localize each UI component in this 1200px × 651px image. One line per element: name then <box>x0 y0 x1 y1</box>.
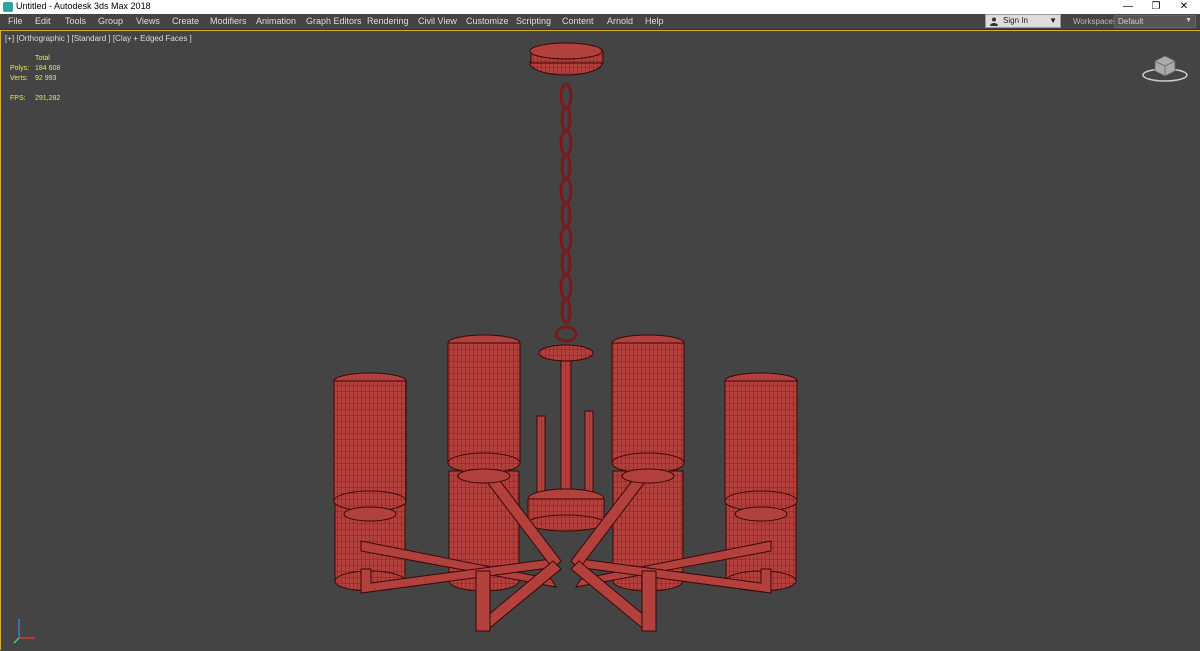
stats-total-label: Total <box>35 55 50 62</box>
workspaces-label: Workspaces: <box>1073 17 1120 26</box>
chevron-down-icon: ▼ <box>1049 16 1057 25</box>
workspaces-value: Default <box>1118 17 1144 26</box>
menu-graph-editors[interactable]: Graph Editors <box>306 16 362 26</box>
menu-arnold[interactable]: Arnold <box>607 16 633 26</box>
stats-fps-value: 291,282 <box>35 95 61 102</box>
sign-in-dropdown[interactable]: Sign In ▼ <box>985 14 1061 28</box>
stats-verts-label: Verts: <box>10 75 28 82</box>
menu-civil-view[interactable]: Civil View <box>418 16 457 26</box>
sign-in-label: Sign In <box>1003 16 1028 25</box>
app-icon <box>3 2 13 12</box>
viewport-orthographic[interactable]: [+] [Orthographic ] [Standard ] [Clay + … <box>0 30 1200 650</box>
viewport-label[interactable]: [+] [Orthographic ] [Standard ] [Clay + … <box>5 34 192 43</box>
chevron-down-icon: ▼ <box>1185 17 1192 24</box>
workspaces-select[interactable]: Default ▼ <box>1114 15 1196 28</box>
restore-button[interactable]: ❐ <box>1142 0 1170 14</box>
chandelier-model[interactable] <box>321 31 811 651</box>
menu-views[interactable]: Views <box>136 16 160 26</box>
viewcube-icon[interactable] <box>1141 51 1189 83</box>
title-bar: Untitled - Autodesk 3ds Max 2018 — ❐ ✕ <box>0 0 1200 14</box>
menu-content[interactable]: Content <box>562 16 594 26</box>
menu-animation[interactable]: Animation <box>256 16 296 26</box>
window-title: Untitled - Autodesk 3ds Max 2018 <box>16 1 151 11</box>
minimize-button[interactable]: — <box>1114 0 1142 14</box>
stats-fps-label: FPS: <box>10 95 26 102</box>
menu-scripting[interactable]: Scripting <box>516 16 551 26</box>
stats-verts-value: 92 993 <box>35 75 57 82</box>
menu-edit[interactable]: Edit <box>35 16 51 26</box>
stats-polys-value: 184 608 <box>35 65 61 72</box>
menu-rendering[interactable]: Rendering <box>367 16 409 26</box>
close-button[interactable]: ✕ <box>1170 0 1198 14</box>
menu-modifiers[interactable]: Modifiers <box>210 16 247 26</box>
menu-create[interactable]: Create <box>172 16 199 26</box>
stats-polys-label: Polys: <box>10 65 30 72</box>
menu-tools[interactable]: Tools <box>65 16 86 26</box>
menu-group[interactable]: Group <box>98 16 123 26</box>
menu-customize[interactable]: Customize <box>466 16 509 26</box>
menu-file[interactable]: File <box>8 16 23 26</box>
menu-help[interactable]: Help <box>645 16 664 26</box>
axis-tripod-icon <box>13 619 35 644</box>
user-icon <box>990 17 998 26</box>
